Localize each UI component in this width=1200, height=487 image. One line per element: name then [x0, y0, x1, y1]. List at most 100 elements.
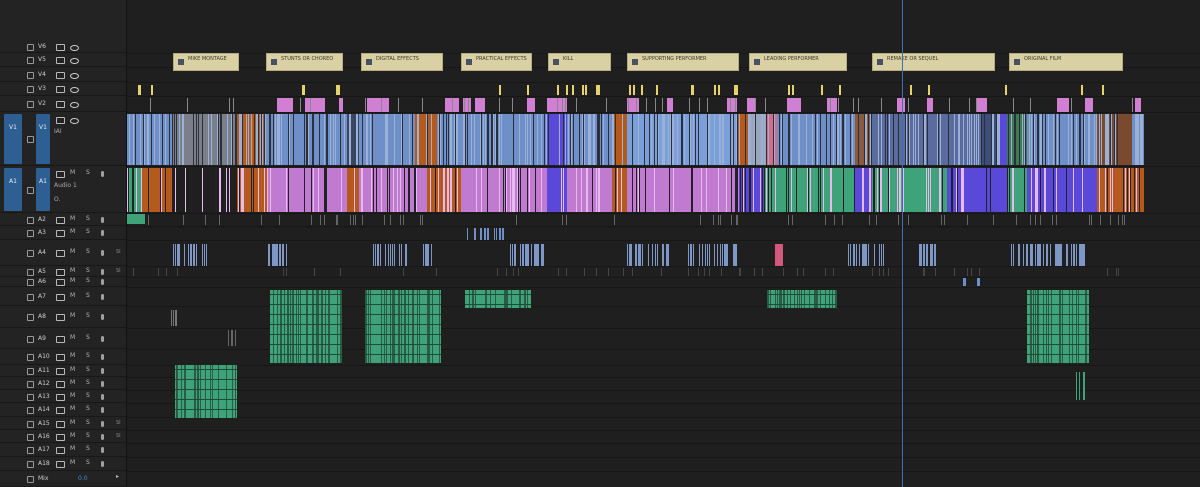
toggle-sync-icon[interactable]	[56, 447, 65, 454]
video-overlay-clip[interactable]	[977, 98, 987, 112]
lock-icon[interactable]	[27, 101, 34, 108]
toggle-sync-icon[interactable]	[56, 380, 65, 388]
video-title-clip[interactable]	[557, 85, 559, 95]
audio-clip[interactable]	[267, 168, 347, 212]
video-title-clip[interactable]	[839, 85, 841, 95]
lock-icon[interactable]	[27, 136, 34, 143]
toggle-sync-icon[interactable]	[56, 279, 65, 286]
lock-icon[interactable]	[27, 393, 34, 401]
mute-button[interactable]: M	[70, 366, 75, 373]
solo-button[interactable]: S	[86, 419, 90, 426]
solo-button[interactable]: S	[86, 392, 90, 399]
video-title-clip[interactable]	[792, 85, 794, 95]
audio-clip[interactable]	[977, 278, 980, 286]
video-overlay-clip[interactable]	[787, 98, 801, 112]
toggle-sync-icon[interactable]	[56, 57, 65, 64]
track-target-a1[interactable]: A1	[36, 168, 50, 211]
lock-icon[interactable]	[27, 86, 34, 93]
mic-icon[interactable]	[101, 380, 104, 387]
eye-icon[interactable]	[70, 118, 79, 124]
mute-button[interactable]: M	[70, 215, 75, 222]
lock-icon[interactable]	[27, 433, 34, 441]
toggle-sync-icon[interactable]	[56, 314, 65, 321]
lock-icon[interactable]	[27, 447, 34, 454]
lock-icon[interactable]	[27, 250, 34, 257]
mute-button[interactable]: M	[70, 459, 75, 466]
timeline-panel[interactable]: MIKE MONTAGE STUNTS OR CHOREO DIGITAL EFFE…	[127, 0, 1200, 487]
video-title-clip[interactable]	[582, 85, 584, 95]
eye-icon[interactable]	[70, 58, 79, 64]
toggle-sync-icon[interactable]	[56, 461, 65, 468]
lock-icon[interactable]	[27, 354, 34, 361]
solo-button[interactable]: S	[86, 379, 90, 386]
lock-icon[interactable]	[27, 43, 34, 51]
solo-button[interactable]: S	[86, 292, 90, 299]
mic-icon[interactable]	[101, 335, 104, 342]
playhead[interactable]	[902, 0, 903, 487]
solo-button[interactable]: S	[86, 459, 90, 466]
video-overlay-clip[interactable]	[897, 98, 905, 112]
mute-button[interactable]: M	[70, 292, 75, 299]
video-overlay-clip[interactable]	[527, 98, 535, 112]
video-overlay-clip[interactable]	[287, 98, 293, 112]
solo-button[interactable]: S	[86, 277, 90, 284]
sequence-marker[interactable]: KILL	[548, 53, 611, 71]
video-title-clip[interactable]	[527, 85, 529, 95]
audio-clip[interactable]	[547, 168, 567, 212]
mic-icon[interactable]	[101, 268, 104, 275]
video-title-clip[interactable]	[139, 85, 141, 95]
sequence-marker[interactable]: MIKE MONTAGE	[173, 53, 239, 71]
mute-button[interactable]: M	[70, 334, 75, 341]
mic-icon[interactable]	[101, 447, 104, 453]
video-title-clip[interactable]	[585, 85, 587, 95]
toggle-sync-icon[interactable]	[56, 230, 65, 237]
mic-icon[interactable]	[101, 279, 104, 285]
audio-clip[interactable]	[347, 168, 359, 212]
video-title-clip[interactable]	[928, 85, 930, 95]
video-title-clip[interactable]	[629, 85, 631, 95]
audio-clip[interactable]	[627, 168, 739, 212]
track-target-v1[interactable]: V1	[36, 114, 50, 164]
toggle-sync-icon[interactable]	[56, 71, 65, 79]
mic-icon[interactable]	[101, 407, 104, 413]
lock-icon[interactable]	[27, 476, 34, 483]
lock-icon[interactable]	[27, 268, 34, 276]
audio-clip[interactable]	[963, 278, 966, 286]
lock-icon[interactable]	[27, 368, 34, 375]
mute-button[interactable]: M	[70, 419, 75, 426]
video-clip[interactable]	[547, 114, 567, 165]
audio-clip[interactable]	[775, 244, 783, 266]
video-overlay-clip[interactable]	[475, 98, 485, 112]
mic-icon[interactable]	[101, 216, 104, 223]
solo-button[interactable]: S	[86, 445, 90, 452]
toggle-sync-icon[interactable]	[56, 216, 65, 224]
sequence-marker[interactable]: REMAKE OR SEQUEL	[872, 53, 995, 71]
solo-button[interactable]: S	[86, 334, 90, 341]
solo-button[interactable]: S	[86, 352, 90, 359]
toggle-sync-icon[interactable]	[56, 86, 65, 93]
eye-icon[interactable]	[70, 72, 79, 79]
video-overlay-clip[interactable]	[827, 98, 837, 112]
mute-button[interactable]: M	[70, 248, 75, 255]
mute-button[interactable]: M	[70, 277, 75, 284]
video-overlay-clip[interactable]	[667, 98, 673, 112]
video-overlay-clip[interactable]	[339, 98, 343, 112]
lock-icon[interactable]	[27, 380, 34, 388]
video-title-clip[interactable]	[302, 85, 304, 95]
solo-button[interactable]: S	[86, 405, 90, 412]
video-title-clip[interactable]	[821, 85, 823, 95]
video-title-clip[interactable]	[499, 85, 501, 95]
mute-button[interactable]: M	[70, 392, 75, 399]
toggle-sync-icon[interactable]	[56, 354, 65, 361]
mic-icon[interactable]	[101, 420, 104, 427]
toggle-sync-icon[interactable]	[56, 293, 65, 301]
eye-icon[interactable]	[70, 102, 79, 108]
toggle-sync-icon[interactable]	[56, 101, 65, 108]
sequence-marker[interactable]: ORIGINAL FILM	[1009, 53, 1123, 71]
sequence-marker[interactable]: SUPPORTING PERFORMER	[627, 53, 739, 71]
video-title-clip[interactable]	[641, 85, 643, 95]
lock-icon[interactable]	[27, 293, 34, 301]
toggle-sync-icon[interactable]	[56, 368, 65, 375]
sequence-marker[interactable]: LEADING PERFORMER	[749, 53, 847, 71]
video-title-clip[interactable]	[910, 85, 912, 95]
